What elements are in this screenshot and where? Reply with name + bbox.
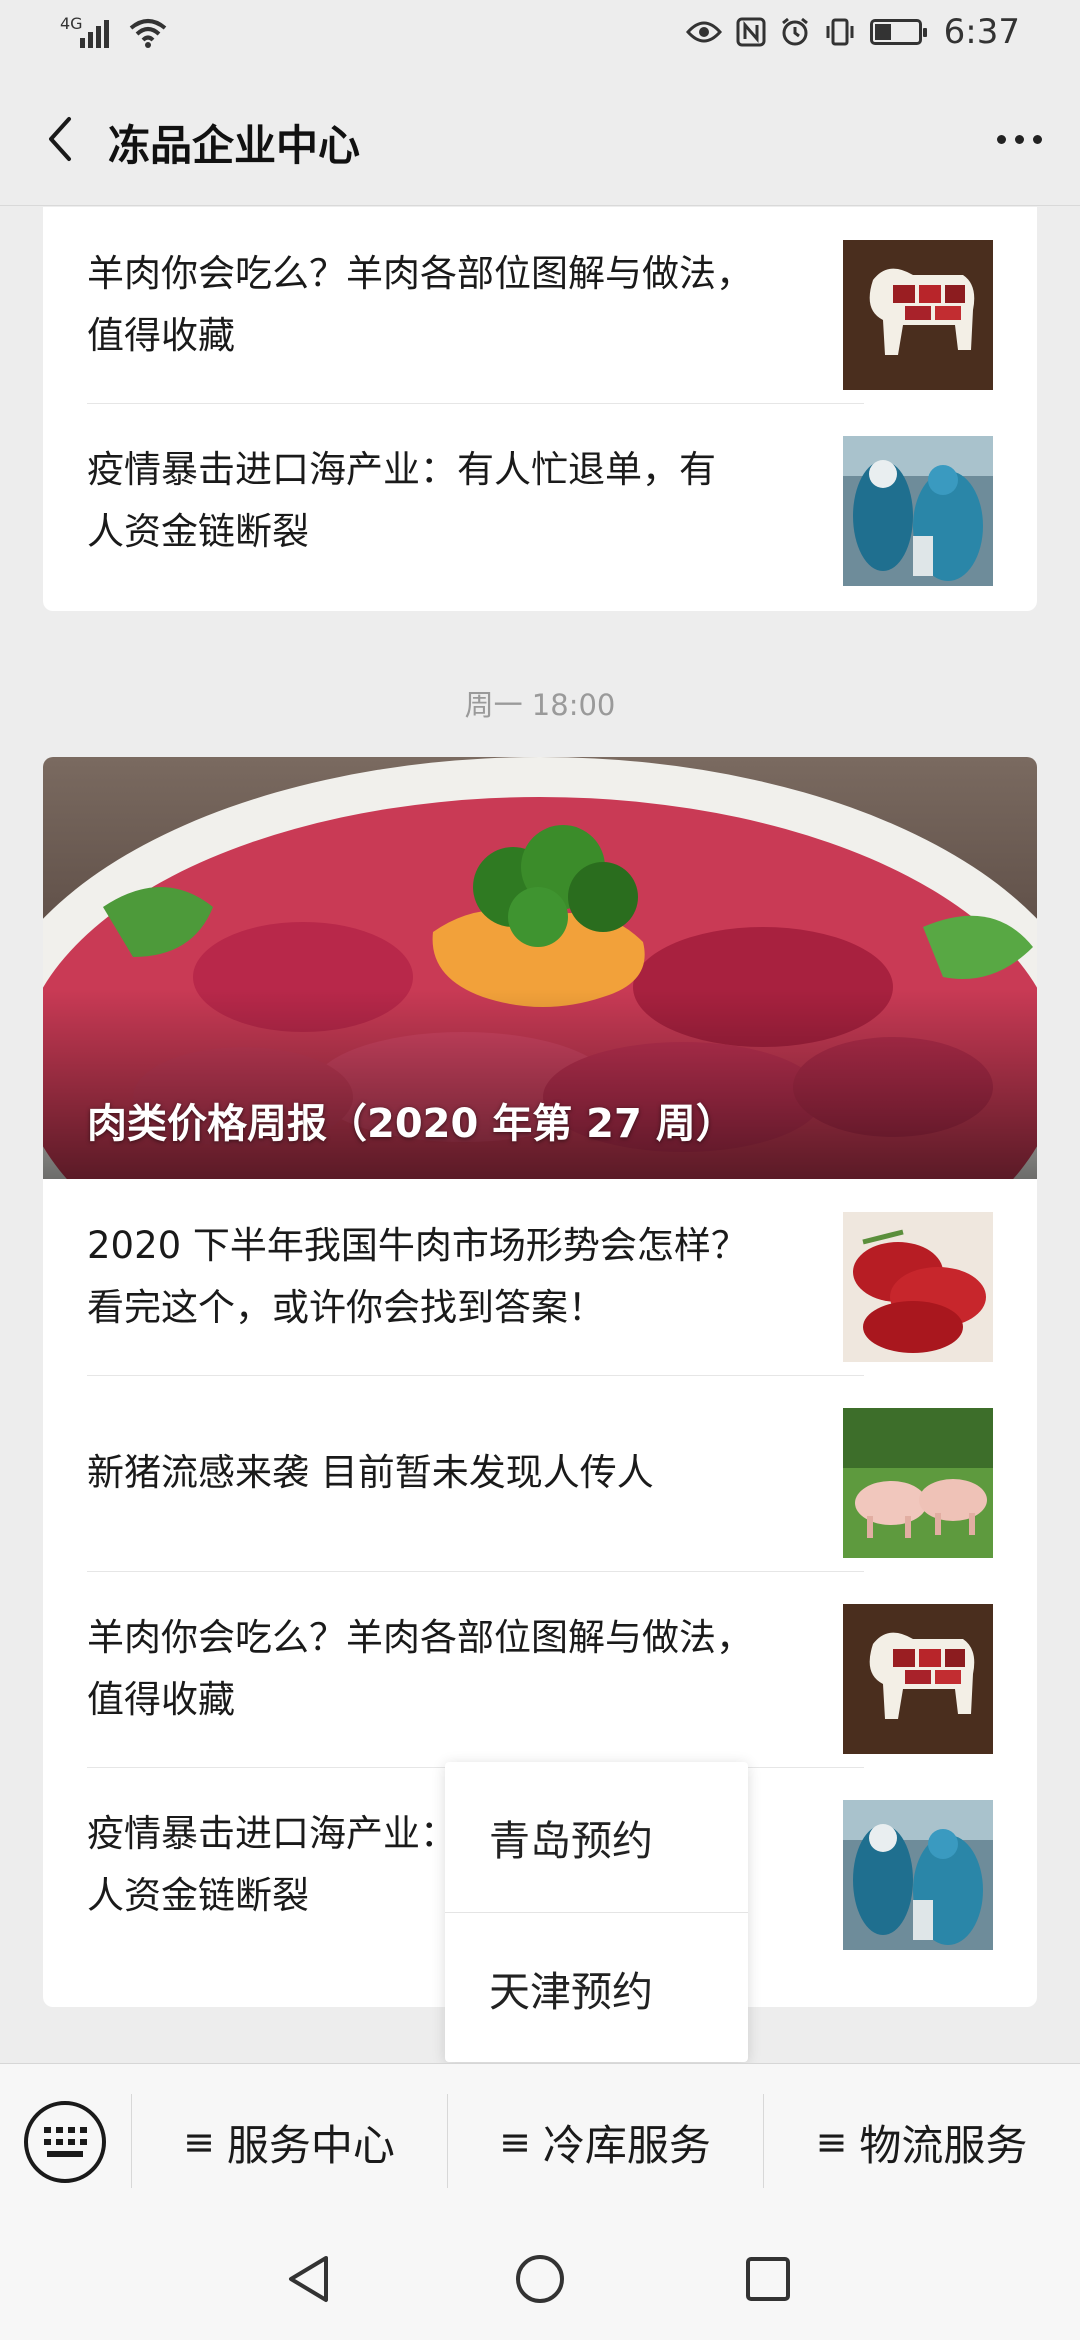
article-item[interactable]: 2020 下半年我国牛肉市场形势会怎样？ 看完这个，或许你会找到答案！ [87, 1179, 993, 1375]
system-navigation-bar [0, 2219, 1080, 2340]
menu-list-icon: ≡ [815, 2120, 848, 2164]
article-title-line: 羊肉你会吃么？羊肉各部位图解与做法， [87, 1616, 753, 1659]
system-recents-button[interactable] [738, 2249, 798, 2309]
nav-bar: 冻品企业中心 [0, 72, 1080, 206]
menu-label: 服务中心 [226, 2120, 395, 2170]
status-right: 6:37 [685, 12, 1020, 52]
nfc-icon [736, 17, 766, 47]
page-title: 冻品企业中心 [108, 121, 361, 170]
beef-steaks-thumbnail [843, 1212, 993, 1362]
menu-item-tianjin-booking[interactable]: 天津预约 [445, 1912, 748, 2062]
submenu-popup: 青岛预约 天津预约 [445, 1762, 748, 2062]
article-title-line: 疫情暴击进口海产业：有人忙退单，有 [87, 448, 716, 491]
article-card: 羊肉你会吃么？羊肉各部位图解与做法， 值得收藏 疫情暴击进口海产业：有人忙退单，… [43, 207, 1037, 611]
menu-item-qingdao-booking[interactable]: 青岛预约 [445, 1762, 748, 1912]
article-title-line: 值得收藏 [87, 1678, 235, 1721]
menu-list-icon: ≡ [499, 2120, 531, 2164]
pigs-thumbnail [843, 1408, 993, 1558]
article-title-line: 值得收藏 [87, 314, 235, 357]
menu-list-icon: ≡ [183, 2120, 215, 2164]
clock: 6:37 [943, 12, 1020, 52]
article-title-line: 羊肉你会吃么？羊肉各部位图解与做法， [87, 252, 753, 295]
system-back-button[interactable] [278, 2249, 338, 2309]
hero-article[interactable]: 肉类价格周报（2020 年第 27 周） [43, 757, 1037, 1179]
seafood-workers-thumbnail [843, 436, 993, 586]
menu-label: 冷库服务 [542, 2120, 711, 2170]
message-timestamp: 周一 18:00 [464, 688, 616, 722]
system-home-button[interactable] [510, 2249, 570, 2309]
article-title: 新猪流感来袭 目前暂未发现人传人 [87, 1375, 807, 1571]
keyboard-icon [43, 2127, 87, 2133]
recents-square-icon [746, 2257, 790, 2301]
hero-title: 肉类价格周报（2020 年第 27 周） [87, 1101, 736, 1147]
article-title: 2020 下半年我国牛肉市场形势会怎样？ 看完这个，或许你会找到答案！ [87, 1179, 807, 1375]
seafood-workers-thumbnail [843, 1800, 993, 1950]
back-triangle-icon [289, 2256, 328, 2302]
eye-icon [685, 21, 722, 43]
home-circle-icon [516, 2255, 564, 2303]
signal-icon [80, 14, 109, 48]
network-type: 4G [60, 14, 83, 33]
lamb-cuts-thumbnail [843, 240, 993, 390]
article-title: 羊肉你会吃么？羊肉各部位图解与做法， 值得收藏 [87, 207, 807, 403]
more-dots-icon [996, 134, 1006, 144]
menu-service-center[interactable]: ≡ 服务中心 [131, 2064, 447, 2220]
menu-cold-storage[interactable]: ≡ 冷库服务 [447, 2064, 763, 2220]
battery-icon [869, 19, 927, 45]
wifi-icon [129, 19, 167, 48]
article-title: 羊肉你会吃么？羊肉各部位图解与做法， 值得收藏 [87, 1571, 807, 1767]
article-title-line: 人资金链断裂 [87, 510, 309, 553]
article-item[interactable]: 羊肉你会吃么？羊肉各部位图解与做法， 值得收藏 [87, 207, 993, 403]
vibrate-icon [826, 18, 854, 46]
article-title-line: 2020 下半年我国牛肉市场形势会怎样？ [87, 1224, 748, 1267]
status-bar: 4G 6:37 [0, 0, 1080, 72]
article-title-line: 看完这个，或许你会找到答案！ [87, 1286, 605, 1329]
menu-label: 物流服务 [859, 2120, 1028, 2170]
article-item[interactable]: 羊肉你会吃么？羊肉各部位图解与做法， 值得收藏 [87, 1571, 993, 1767]
keyboard-toggle-button[interactable] [24, 2101, 106, 2183]
chevron-left-icon [49, 117, 71, 161]
alarm-icon [781, 17, 808, 46]
more-button[interactable] [984, 109, 1054, 169]
lamb-cuts-thumbnail [843, 1604, 993, 1754]
article-item[interactable]: 新猪流感来袭 目前暂未发现人传人 [87, 1375, 993, 1571]
official-account-menu: ≡ 服务中心 ≡ 冷库服务 ≡ 物流服务 [0, 2063, 1080, 2219]
article-title-line: 新猪流感来袭 目前暂未发现人传人 [87, 1451, 654, 1494]
menu-logistics[interactable]: ≡ 物流服务 [763, 2064, 1080, 2220]
back-button[interactable] [30, 109, 90, 169]
status-left: 4G [60, 14, 167, 48]
article-item[interactable]: 疫情暴击进口海产业：有人忙退单，有 人资金链断裂 [87, 403, 993, 599]
article-title: 疫情暴击进口海产业：有人忙退单，有 人资金链断裂 [87, 403, 807, 599]
